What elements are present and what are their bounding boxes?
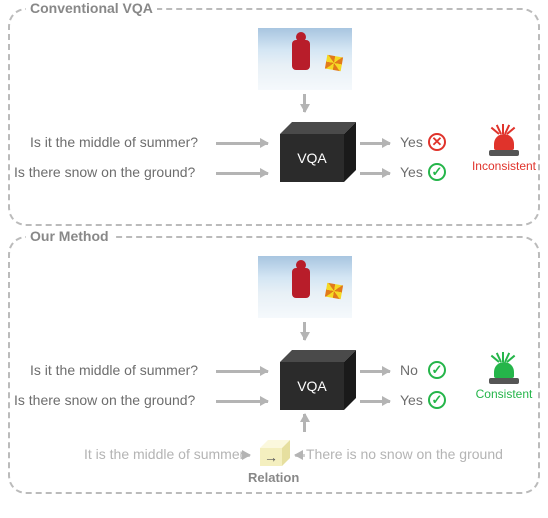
panel-b-inner: VQA Is it the middle of summer? Is there…: [20, 254, 528, 482]
check-icon: ✓: [428, 391, 446, 409]
arrow-image-to-vqa-a: [303, 94, 306, 112]
siren-label-b: Consistent: [470, 387, 538, 401]
cross-icon: ✕: [428, 133, 446, 151]
panel-our-method: Our Method VQA Is it the middle of summe…: [8, 236, 540, 494]
answer-2-a: Yes: [400, 164, 423, 180]
arrow-a1-out-a: [360, 142, 390, 145]
premise-1: It is the middle of summer: [84, 446, 244, 462]
siren-consistent: Consistent: [470, 350, 538, 401]
question-1-a: Is it the middle of summer?: [30, 134, 198, 150]
arrow-q1-in-b: [216, 370, 268, 373]
kite-figure: [325, 283, 343, 300]
input-image-a: [258, 28, 352, 90]
relation-arrow-icon: →: [260, 448, 282, 466]
check-icon: ✓: [428, 163, 446, 181]
arrow-image-to-vqa-b: [303, 322, 306, 340]
arrow-a2-out-a: [360, 172, 390, 175]
input-image-b: [258, 256, 352, 318]
panel-title-conventional: Conventional VQA: [26, 0, 157, 16]
siren-inconsistent: Inconsistent: [470, 122, 538, 173]
arrow-relation-to-vqa: [303, 414, 306, 432]
arrow-a2-out-b: [360, 400, 390, 403]
person-figure: [292, 268, 310, 298]
arrow-q2-in-a: [216, 172, 268, 175]
vqa-model-box-b: VQA: [280, 350, 356, 410]
relation-box: →: [260, 440, 290, 466]
check-icon: ✓: [428, 361, 446, 379]
arrow-q1-in-a: [216, 142, 268, 145]
kite-figure: [325, 55, 343, 72]
arrow-a1-out-b: [360, 370, 390, 373]
vqa-label-b: VQA: [280, 362, 344, 410]
relation-label: Relation: [248, 470, 299, 485]
question-2-b: Is there snow on the ground?: [14, 392, 195, 408]
arrow-q2-in-b: [216, 400, 268, 403]
vqa-label-a: VQA: [280, 134, 344, 182]
answer-2-b: Yes: [400, 392, 423, 408]
panel-conventional: Conventional VQA VQA Is it the middle of…: [8, 8, 540, 226]
answer-1-b: No: [400, 362, 418, 378]
premise-2: There is no snow on the ground: [306, 446, 503, 462]
panel-a-inner: VQA Is it the middle of summer? Is there…: [20, 26, 528, 214]
vqa-model-box-a: VQA: [280, 122, 356, 182]
panel-title-our-method: Our Method: [26, 228, 113, 244]
answer-1-a: Yes: [400, 134, 423, 150]
person-figure: [292, 40, 310, 70]
siren-label-a: Inconsistent: [470, 159, 538, 173]
question-1-b: Is it the middle of summer?: [30, 362, 198, 378]
question-2-a: Is there snow on the ground?: [14, 164, 195, 180]
arrow-relation-to-premise2: [295, 454, 305, 457]
arrow-premise1-to-relation: [240, 454, 250, 457]
